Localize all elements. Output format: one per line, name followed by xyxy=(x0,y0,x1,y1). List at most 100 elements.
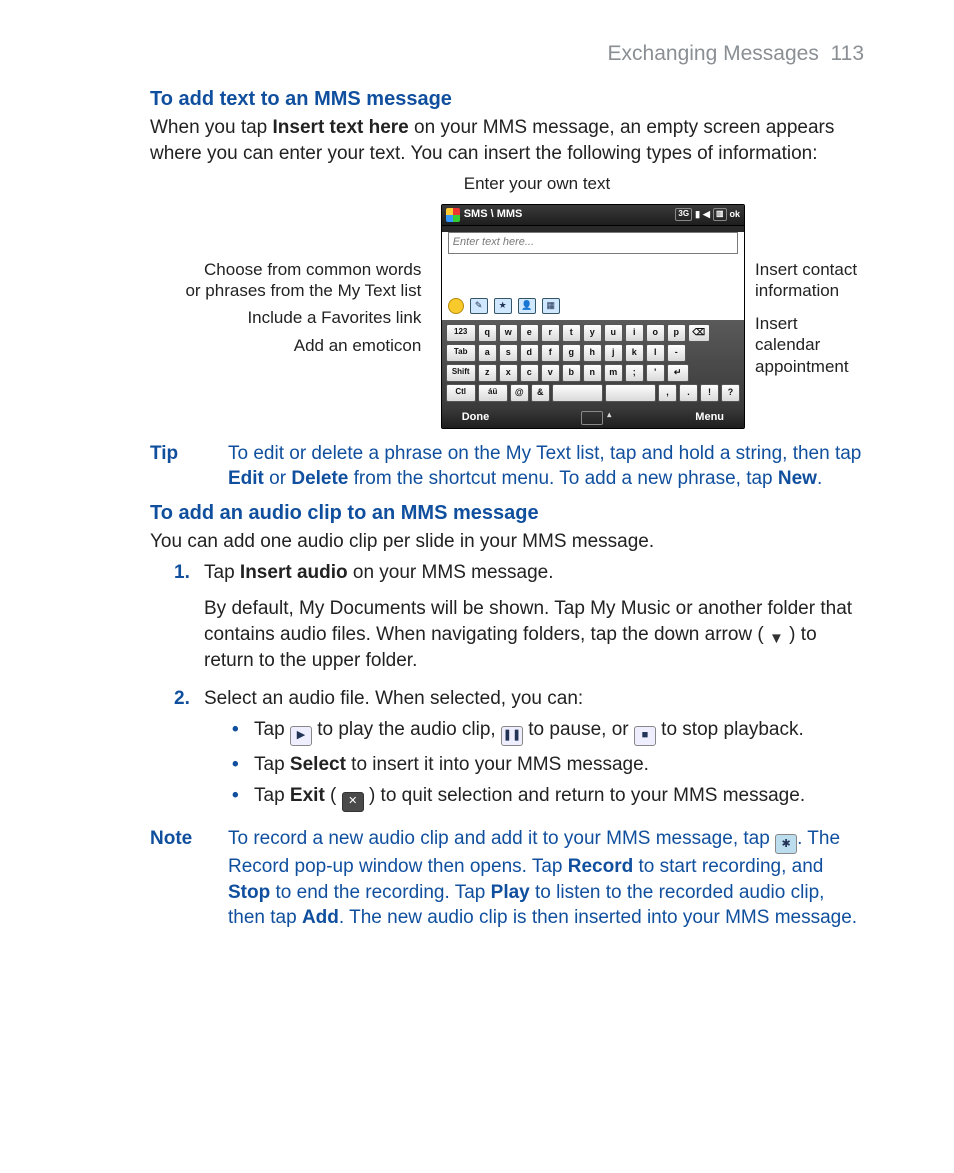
running-header: Exchanging Messages 113 xyxy=(150,40,864,68)
keyboard-key: r xyxy=(541,324,560,342)
keyboard-key: Shift xyxy=(446,364,476,382)
record-word: Record xyxy=(568,856,633,877)
step-1: 1. Tap Insert audio on your MMS message.… xyxy=(174,560,864,679)
start-icon xyxy=(446,208,460,222)
keyboard-key xyxy=(605,384,656,402)
steps-list: 1. Tap Insert audio on your MMS message.… xyxy=(150,560,864,817)
keyboard-key xyxy=(552,384,603,402)
keyboard-key: ↵ xyxy=(667,364,689,382)
ok-button: ok xyxy=(730,208,741,220)
keyboard-key: Tab xyxy=(446,344,476,362)
step-2: 2. Select an audio file. When selected, … xyxy=(174,686,864,818)
volume-icon: ◀ xyxy=(703,208,710,220)
add-word: Add xyxy=(302,907,339,928)
keyboard-key: g xyxy=(562,344,581,362)
keyboard-key: & xyxy=(531,384,550,402)
keyboard-key: Ctl xyxy=(446,384,476,402)
keyboard-key: o xyxy=(646,324,665,342)
note-body: To record a new audio clip and add it to… xyxy=(228,826,864,931)
status-icons: 3G ▮ ◀ ▥ ok xyxy=(675,208,740,221)
keyboard-key: i xyxy=(625,324,644,342)
keyboard-key: y xyxy=(583,324,602,342)
keyboard-key: s xyxy=(499,344,518,362)
bullet-exit: • Tap Exit ( ✕ ) to quit selection and r… xyxy=(232,783,864,811)
label-emoticon: Add an emoticon xyxy=(150,335,421,357)
step-number: 1. xyxy=(174,560,204,679)
tip-label: Tip xyxy=(150,441,228,492)
device-screenshot: SMS \ MMS 3G ▮ ◀ ▥ ok Enter text here...… xyxy=(441,204,745,429)
content-area: Enter text here... ✎ ★ 👤 ▦ xyxy=(442,232,744,320)
diagram: Choose from common words or phrases from… xyxy=(150,204,864,429)
keyboard-key: v xyxy=(541,364,560,382)
down-arrow-icon: ▼ xyxy=(769,630,784,648)
keyboard-key: n xyxy=(583,364,602,382)
keyboard-key: c xyxy=(520,364,539,382)
keyboard-key: ? xyxy=(721,384,740,402)
keyboard-key: 123 xyxy=(446,324,476,342)
new-word: New xyxy=(778,468,817,489)
calendar-icon: ▦ xyxy=(542,298,560,314)
keyboard-key: . xyxy=(679,384,698,402)
stop-word: Stop xyxy=(228,882,270,903)
softkey-menu: Menu xyxy=(695,410,724,425)
keyboard-key: m xyxy=(604,364,623,382)
diagram-right-labels: Insert contact information Insert calend… xyxy=(745,204,864,377)
keyboard-key: ' xyxy=(646,364,665,382)
keyboard-key: u xyxy=(604,324,623,342)
mytext-icon: ✎ xyxy=(470,298,488,314)
keyboard-key: e xyxy=(520,324,539,342)
keyboard-key: - xyxy=(667,344,686,362)
keyboard-key: @ xyxy=(510,384,529,402)
label-my-text: Choose from common words or phrases from… xyxy=(150,259,421,302)
stop-icon: ■ xyxy=(634,726,656,746)
keyboard-key: a xyxy=(478,344,497,362)
bullet-list: • Tap ▶ to play the audio clip, ❚❚ to pa… xyxy=(204,717,864,811)
heading-add-text: To add text to an MMS message xyxy=(150,86,864,113)
favorites-icon: ★ xyxy=(494,298,512,314)
keyboard-key: ⌫ xyxy=(688,324,710,342)
signal-icon: ▮ xyxy=(695,208,700,220)
step-1-detail: By default, My Documents will be shown. … xyxy=(204,596,864,673)
label-favorites-link: Include a Favorites link xyxy=(150,307,421,329)
chapter-title: Exchanging Messages xyxy=(608,42,819,65)
keyboard-key: áü xyxy=(478,384,508,402)
insert-audio-label: Insert audio xyxy=(240,562,348,583)
toolbar: ✎ ★ 👤 ▦ xyxy=(442,294,744,320)
play-word: Play xyxy=(491,882,530,903)
intro-text: When you tap Insert text here on your MM… xyxy=(150,115,864,166)
diagram-caption-top: Enter your own text xyxy=(210,173,864,196)
battery-icon: ▥ xyxy=(713,208,727,221)
keyboard-key: ! xyxy=(700,384,719,402)
exit-word: Exit xyxy=(290,785,325,806)
emoticon-icon xyxy=(448,298,464,314)
on-screen-keyboard: 123qwertyuiop⌫ Tabasdfghjkl- Shiftzxcvbn… xyxy=(442,320,744,408)
kbd-row-1: 123qwertyuiop⌫ xyxy=(446,324,740,342)
text-input: Enter text here... xyxy=(448,232,738,254)
diagram-left-labels: Choose from common words or phrases from… xyxy=(150,204,421,358)
audio-intro: You can add one audio clip per slide in … xyxy=(150,529,864,555)
title-bar: SMS \ MMS 3G ▮ ◀ ▥ ok xyxy=(442,205,744,226)
keyboard-key: t xyxy=(562,324,581,342)
keyboard-key: h xyxy=(583,344,602,362)
tip-body: To edit or delete a phrase on the My Tex… xyxy=(228,441,864,492)
kbd-row-3: Shiftzxcvbnm;'↵ xyxy=(446,364,740,382)
keyboard-key: d xyxy=(520,344,539,362)
keyboard-key: q xyxy=(478,324,497,342)
note-block: Note To record a new audio clip and add … xyxy=(150,826,864,931)
pause-icon: ❚❚ xyxy=(501,726,523,746)
sip-icon xyxy=(581,411,603,425)
menu-bar: Done Menu xyxy=(442,408,744,428)
page-number: 113 xyxy=(831,42,864,65)
edit-word: Edit xyxy=(228,468,264,489)
note-label: Note xyxy=(150,826,228,931)
keyboard-key: ; xyxy=(625,364,644,382)
record-new-icon: ✱ xyxy=(775,834,797,854)
select-word: Select xyxy=(290,754,346,775)
close-icon: ✕ xyxy=(342,792,364,812)
label-insert-contact: Insert contact information xyxy=(755,259,864,302)
keyboard-key: x xyxy=(499,364,518,382)
keyboard-key: k xyxy=(625,344,644,362)
keyboard-key: j xyxy=(604,344,623,362)
kbd-row-4: Ctláü@& ,.!? xyxy=(446,384,740,402)
delete-word: Delete xyxy=(291,468,348,489)
